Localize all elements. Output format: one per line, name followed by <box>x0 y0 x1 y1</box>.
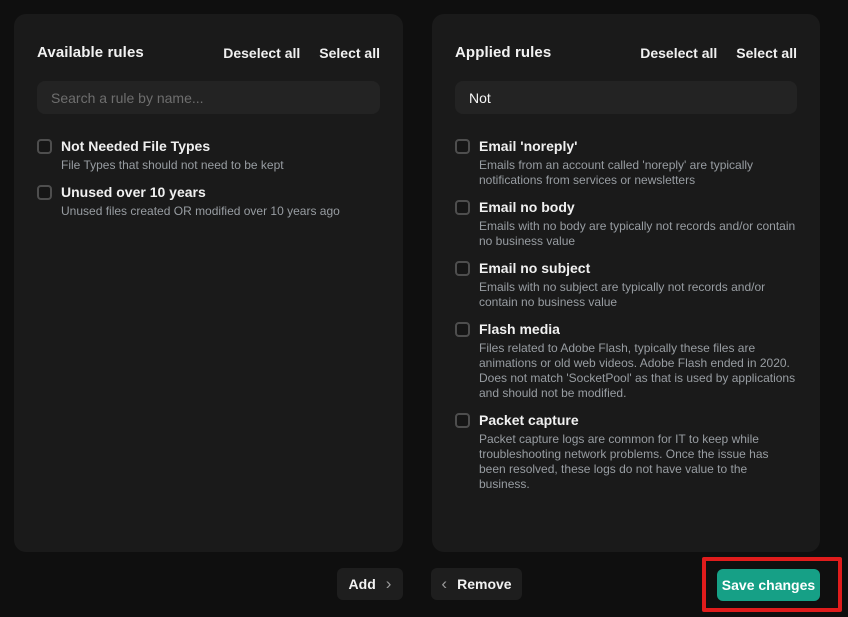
rule-name: Email 'noreply' <box>479 138 797 154</box>
rule-item: Email 'noreply' Emails from an account c… <box>455 138 797 188</box>
chevron-left-icon: ‹ <box>441 575 447 592</box>
rule-description: Unused files created OR modified over 10… <box>61 204 380 219</box>
rule-description: Emails with no body are typically not re… <box>479 219 797 249</box>
applied-rules-panel: Applied rules Deselect all Select all Em… <box>432 14 820 552</box>
available-deselect-all-button[interactable]: Deselect all <box>223 45 300 61</box>
remove-button[interactable]: ‹ Remove <box>431 568 522 600</box>
rule-checkbox[interactable] <box>455 200 470 215</box>
available-rules-list: Not Needed File Types File Types that sh… <box>37 138 380 219</box>
search-rule-input[interactable] <box>37 81 380 114</box>
rule-item: Flash media Files related to Adobe Flash… <box>455 321 797 401</box>
chevron-right-icon: › <box>386 575 392 592</box>
save-changes-button[interactable]: Save changes <box>717 569 820 601</box>
rule-item: Packet capture Packet capture logs are c… <box>455 412 797 492</box>
rule-description: Emails from an account called 'noreply' … <box>479 158 797 188</box>
rule-checkbox[interactable] <box>455 322 470 337</box>
available-panel-title: Available rules <box>37 44 144 61</box>
available-header-links: Deselect all Select all <box>223 45 380 61</box>
rule-name: Flash media <box>479 321 797 337</box>
applied-deselect-all-button[interactable]: Deselect all <box>640 45 717 61</box>
applied-rules-list: Email 'noreply' Emails from an account c… <box>455 138 797 492</box>
rule-checkbox[interactable] <box>37 185 52 200</box>
rule-checkbox[interactable] <box>455 261 470 276</box>
rule-item: Email no body Emails with no body are ty… <box>455 199 797 249</box>
rule-description: Files related to Adobe Flash, typically … <box>479 341 797 401</box>
rule-checkbox[interactable] <box>455 139 470 154</box>
rule-item: Email no subject Emails with no subject … <box>455 260 797 310</box>
add-button[interactable]: Add › <box>337 568 403 600</box>
rule-name: Unused over 10 years <box>61 184 380 200</box>
applied-panel-header: Applied rules Deselect all Select all <box>455 44 797 61</box>
rule-text: Flash media Files related to Adobe Flash… <box>479 321 797 401</box>
rule-description: Packet capture logs are common for IT to… <box>479 432 797 492</box>
rule-description: File Types that should not need to be ke… <box>61 158 380 173</box>
rule-item: Unused over 10 years Unused files create… <box>37 184 380 219</box>
rule-checkbox[interactable] <box>455 413 470 428</box>
available-panel-header: Available rules Deselect all Select all <box>37 44 380 61</box>
rule-name: Not Needed File Types <box>61 138 380 154</box>
rule-text: Packet capture Packet capture logs are c… <box>479 412 797 492</box>
rule-text: Email no body Emails with no body are ty… <box>479 199 797 249</box>
rule-name: Email no subject <box>479 260 797 276</box>
remove-button-label: Remove <box>457 576 511 592</box>
applied-header-links: Deselect all Select all <box>640 45 797 61</box>
rule-item: Not Needed File Types File Types that sh… <box>37 138 380 173</box>
applied-panel-title: Applied rules <box>455 44 551 61</box>
available-select-all-button[interactable]: Select all <box>319 45 380 61</box>
available-rules-panel: Available rules Deselect all Select all … <box>14 14 403 552</box>
applied-filter-input[interactable] <box>455 81 797 114</box>
rule-name: Email no body <box>479 199 797 215</box>
rule-checkbox[interactable] <box>37 139 52 154</box>
add-button-label: Add <box>349 576 376 592</box>
rule-text: Unused over 10 years Unused files create… <box>61 184 380 219</box>
rule-name: Packet capture <box>479 412 797 428</box>
rule-text: Email 'noreply' Emails from an account c… <box>479 138 797 188</box>
rule-description: Emails with no subject are typically not… <box>479 280 797 310</box>
rule-text: Not Needed File Types File Types that sh… <box>61 138 380 173</box>
rule-text: Email no subject Emails with no subject … <box>479 260 797 310</box>
applied-select-all-button[interactable]: Select all <box>736 45 797 61</box>
